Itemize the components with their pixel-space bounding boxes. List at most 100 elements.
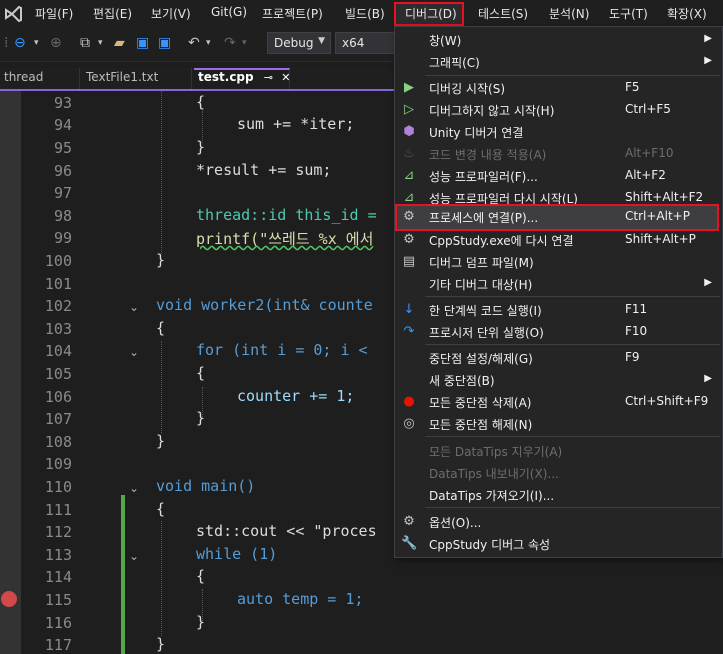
- line-number: 99: [53, 229, 72, 247]
- code-line: {: [156, 319, 166, 337]
- step-into-icon: ↓: [403, 302, 415, 317]
- fold-chevron-icon[interactable]: ⌄: [129, 300, 139, 314]
- menu-item-other-debug-targets[interactable]: 기타 디버그 대상(H) ▶: [395, 273, 722, 295]
- undo-dropdown-icon[interactable]: ▾: [206, 35, 211, 51]
- menu-item-label: 한 단계씩 코드 실행(I): [429, 304, 542, 318]
- code-line: {: [196, 364, 206, 382]
- undo-icon[interactable]: ↶: [188, 35, 200, 51]
- new-project-icon[interactable]: ⧉: [80, 35, 90, 51]
- menu-test[interactable]: 테스트(S): [478, 5, 528, 22]
- menu-item-label: CppStudy 디버그 속성: [429, 538, 551, 552]
- platform-select[interactable]: x64: [335, 32, 395, 54]
- menu-item-label: 모든 중단점 삭제(A): [429, 396, 532, 410]
- code-line: std::cout << "proces: [196, 522, 377, 540]
- menu-item-import-datatips[interactable]: DataTips 가져오기(I)...: [395, 484, 722, 506]
- open-folder-icon[interactable]: ▰: [114, 35, 125, 51]
- menu-tools[interactable]: 도구(T): [609, 5, 648, 22]
- menu-item-label: 옵션(O)...: [429, 516, 482, 530]
- menu-bar: 파일(F) 편집(E) 보기(V) Git(G) 프로젝트(P) 빌드(B) 디…: [0, 0, 723, 27]
- gear-icon: ⚙: [403, 514, 415, 529]
- menu-item-label: 프로세스에 연결(P)...: [429, 211, 539, 225]
- menu-item-export-datatips: DataTips 내보내기(X)...: [395, 462, 722, 484]
- menu-item-toggle-breakpoint[interactable]: 중단점 설정/해제(G) F9: [395, 347, 722, 369]
- forward-icon[interactable]: ⊕: [50, 35, 62, 51]
- menu-item-delete-all-breakpoints[interactable]: ● 모든 중단점 삭제(A) Ctrl+Shift+F9: [395, 391, 722, 413]
- line-number: 116: [44, 614, 72, 632]
- wrench-icon: 🔧: [401, 536, 418, 551]
- tab-thread[interactable]: thread: [0, 68, 80, 89]
- glyph-margin[interactable]: [0, 91, 21, 654]
- redo-icon[interactable]: ↷: [224, 35, 236, 51]
- line-number: 107: [44, 410, 72, 428]
- menu-item-step-into[interactable]: ↓ 한 단계씩 코드 실행(I) F11: [395, 299, 722, 321]
- code-line: void worker2(int& counte: [156, 296, 373, 314]
- breakpoint-icon[interactable]: [1, 591, 17, 607]
- line-number: 94: [53, 116, 72, 134]
- menu-item-reattach[interactable]: ⚙ CppStudy.exe에 다시 연결 Shift+Alt+P: [395, 229, 722, 251]
- menu-item-label: 프로시저 단위 실행(O): [429, 326, 544, 340]
- change-tracking-bar: [121, 495, 125, 654]
- menu-project[interactable]: 프로젝트(P): [262, 5, 323, 22]
- menu-item-debug-dump-file[interactable]: ▤ 디버그 덤프 파일(M): [395, 251, 722, 273]
- menu-debug[interactable]: 디버그(D): [405, 5, 457, 22]
- line-number: 114: [44, 568, 72, 586]
- save-all-icon[interactable]: ▣: [158, 35, 171, 51]
- toolbar-grip-icon: ⁞: [4, 35, 9, 51]
- menu-build[interactable]: 빌드(B): [345, 5, 385, 22]
- line-number: 106: [44, 388, 72, 406]
- back-dropdown-icon[interactable]: ▾: [34, 35, 39, 51]
- line-number: 93: [53, 94, 72, 112]
- code-line: }: [196, 409, 206, 427]
- redo-dropdown-icon[interactable]: ▾: [242, 35, 247, 51]
- back-icon[interactable]: ⊖: [14, 35, 26, 51]
- menu-item-step-over[interactable]: ↷ 프로시저 단위 실행(O) F10: [395, 321, 722, 343]
- menu-item-label: 모든 DataTips 지우기(A): [429, 445, 563, 459]
- menu-analyze[interactable]: 분석(N): [549, 5, 589, 22]
- line-number: 111: [44, 501, 72, 519]
- indent-guide: [161, 91, 162, 254]
- menu-item-label: 기타 디버그 대상(H): [429, 278, 533, 292]
- fold-chevron-icon[interactable]: ⌄: [129, 345, 139, 359]
- menu-edit[interactable]: 편집(E): [93, 5, 132, 22]
- menu-item-disable-all-breakpoints[interactable]: ◎ 모든 중단점 해제(N): [395, 413, 722, 435]
- code-line: auto temp = 1;: [237, 590, 364, 608]
- menu-view[interactable]: 보기(V): [151, 5, 191, 22]
- line-number: 102: [44, 297, 72, 315]
- code-line: thread::id this_id =: [196, 206, 377, 224]
- menu-item-label: 모든 중단점 해제(N): [429, 418, 533, 432]
- dump-file-icon: ▤: [402, 254, 416, 269]
- menu-item-clear-all-datatips: 모든 DataTips 지우기(A): [395, 440, 722, 462]
- close-icon[interactable]: ✕: [281, 71, 290, 84]
- line-number: 104: [44, 342, 72, 360]
- menu-git[interactable]: Git(G): [211, 5, 247, 19]
- code-line: }: [196, 138, 206, 156]
- line-number: 105: [44, 365, 72, 383]
- tab-test-cpp[interactable]: test.cpp ⊸ ✕: [194, 68, 290, 89]
- menu-item-options[interactable]: ⚙ 옵션(O)...: [395, 511, 722, 533]
- line-number: 100: [44, 252, 72, 270]
- line-number: 112: [44, 523, 72, 541]
- menu-item-new-breakpoint[interactable]: 새 중단점(B) ▶: [395, 369, 722, 391]
- code-line: *result += sum;: [196, 161, 332, 179]
- submenu-arrow-icon: ▶: [704, 373, 712, 384]
- code-line: void main(): [156, 477, 256, 495]
- menu-item-attach-to-process[interactable]: ⚙ 프로세스에 연결(P)... Ctrl+Alt+P: [395, 206, 722, 228]
- menu-item-debug-properties[interactable]: 🔧 CppStudy 디버그 속성: [395, 533, 722, 555]
- save-icon[interactable]: ▣: [136, 35, 149, 51]
- pin-icon[interactable]: ⊸: [264, 71, 273, 84]
- tab-label: test.cpp: [198, 70, 254, 84]
- code-line: {: [196, 93, 206, 111]
- tab-textfile1[interactable]: TextFile1.txt: [82, 68, 192, 89]
- code-line: printf("쓰레드 %x 에서: [196, 230, 374, 248]
- menu-item-shortcut: Ctrl+Shift+F9: [625, 394, 709, 408]
- menu-file[interactable]: 파일(F): [35, 5, 73, 22]
- chevron-down-icon: ▼: [318, 36, 325, 46]
- platform-value: x64: [342, 36, 365, 50]
- fold-chevron-icon[interactable]: ⌄: [129, 549, 139, 563]
- code-line: }: [196, 613, 206, 631]
- menu-item-shortcut: Shift+Alt+P: [625, 232, 696, 246]
- configuration-select[interactable]: Debug ▼: [267, 32, 331, 54]
- new-dropdown-icon[interactable]: ▾: [98, 35, 103, 51]
- fold-chevron-icon[interactable]: ⌄: [129, 481, 139, 495]
- menu-extensions[interactable]: 확장(X): [667, 5, 707, 22]
